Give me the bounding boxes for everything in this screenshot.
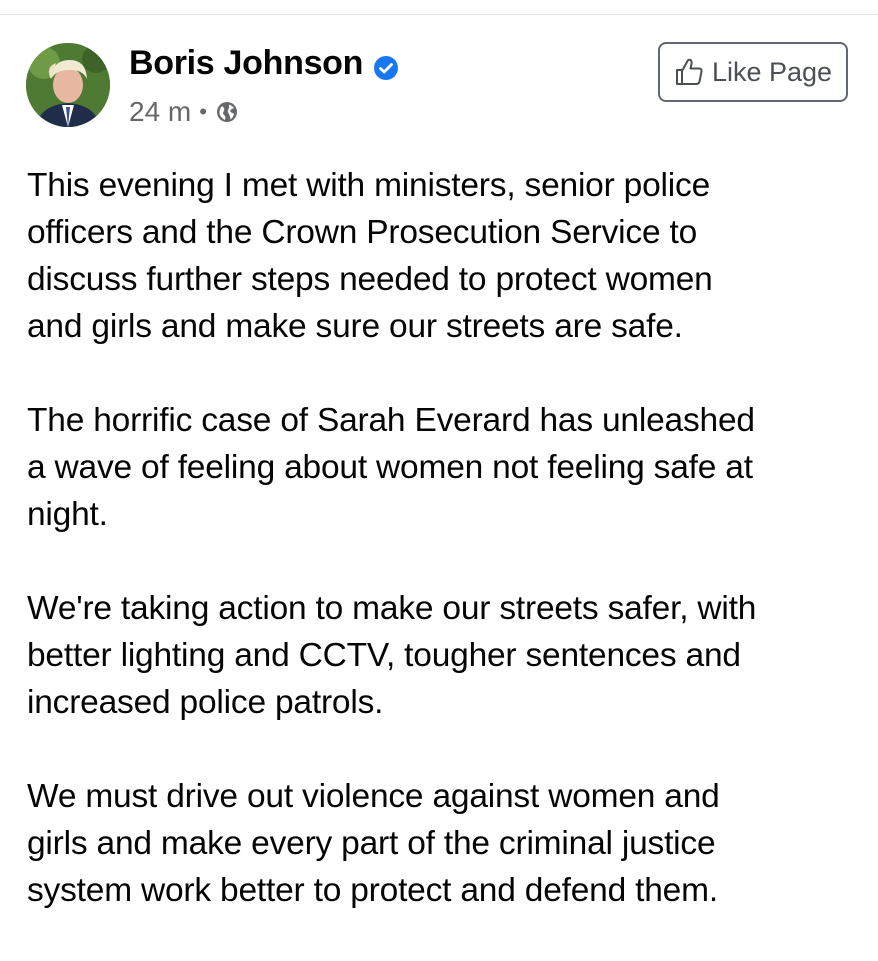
- verified-badge-icon: [373, 51, 399, 80]
- avatar[interactable]: [26, 43, 110, 127]
- meta-separator: •: [199, 99, 207, 124]
- post-header: Boris Johnson 24 m • Like Page: [26, 40, 852, 130]
- post-paragraph: This evening I met with ministers, senio…: [27, 167, 713, 345]
- top-divider: [0, 14, 878, 15]
- post-paragraph: The horrific case of Sarah Everard has u…: [27, 402, 755, 533]
- globe-icon: [215, 100, 239, 124]
- avatar-image: [26, 43, 110, 127]
- post-paragraph: We must drive out violence against women…: [27, 778, 720, 909]
- post-paragraph: We're taking action to make our streets …: [27, 590, 757, 721]
- author-name-row: Boris Johnson: [129, 44, 399, 83]
- author-name[interactable]: Boris Johnson: [129, 44, 363, 83]
- post-body: This evening I met with ministers, senio…: [27, 162, 857, 961]
- post-meta: 24 m •: [129, 96, 239, 128]
- thumbs-up-icon: [675, 58, 703, 85]
- like-page-button[interactable]: Like Page: [658, 42, 848, 102]
- post-timestamp[interactable]: 24 m: [129, 96, 191, 128]
- like-page-label: Like Page: [711, 56, 833, 87]
